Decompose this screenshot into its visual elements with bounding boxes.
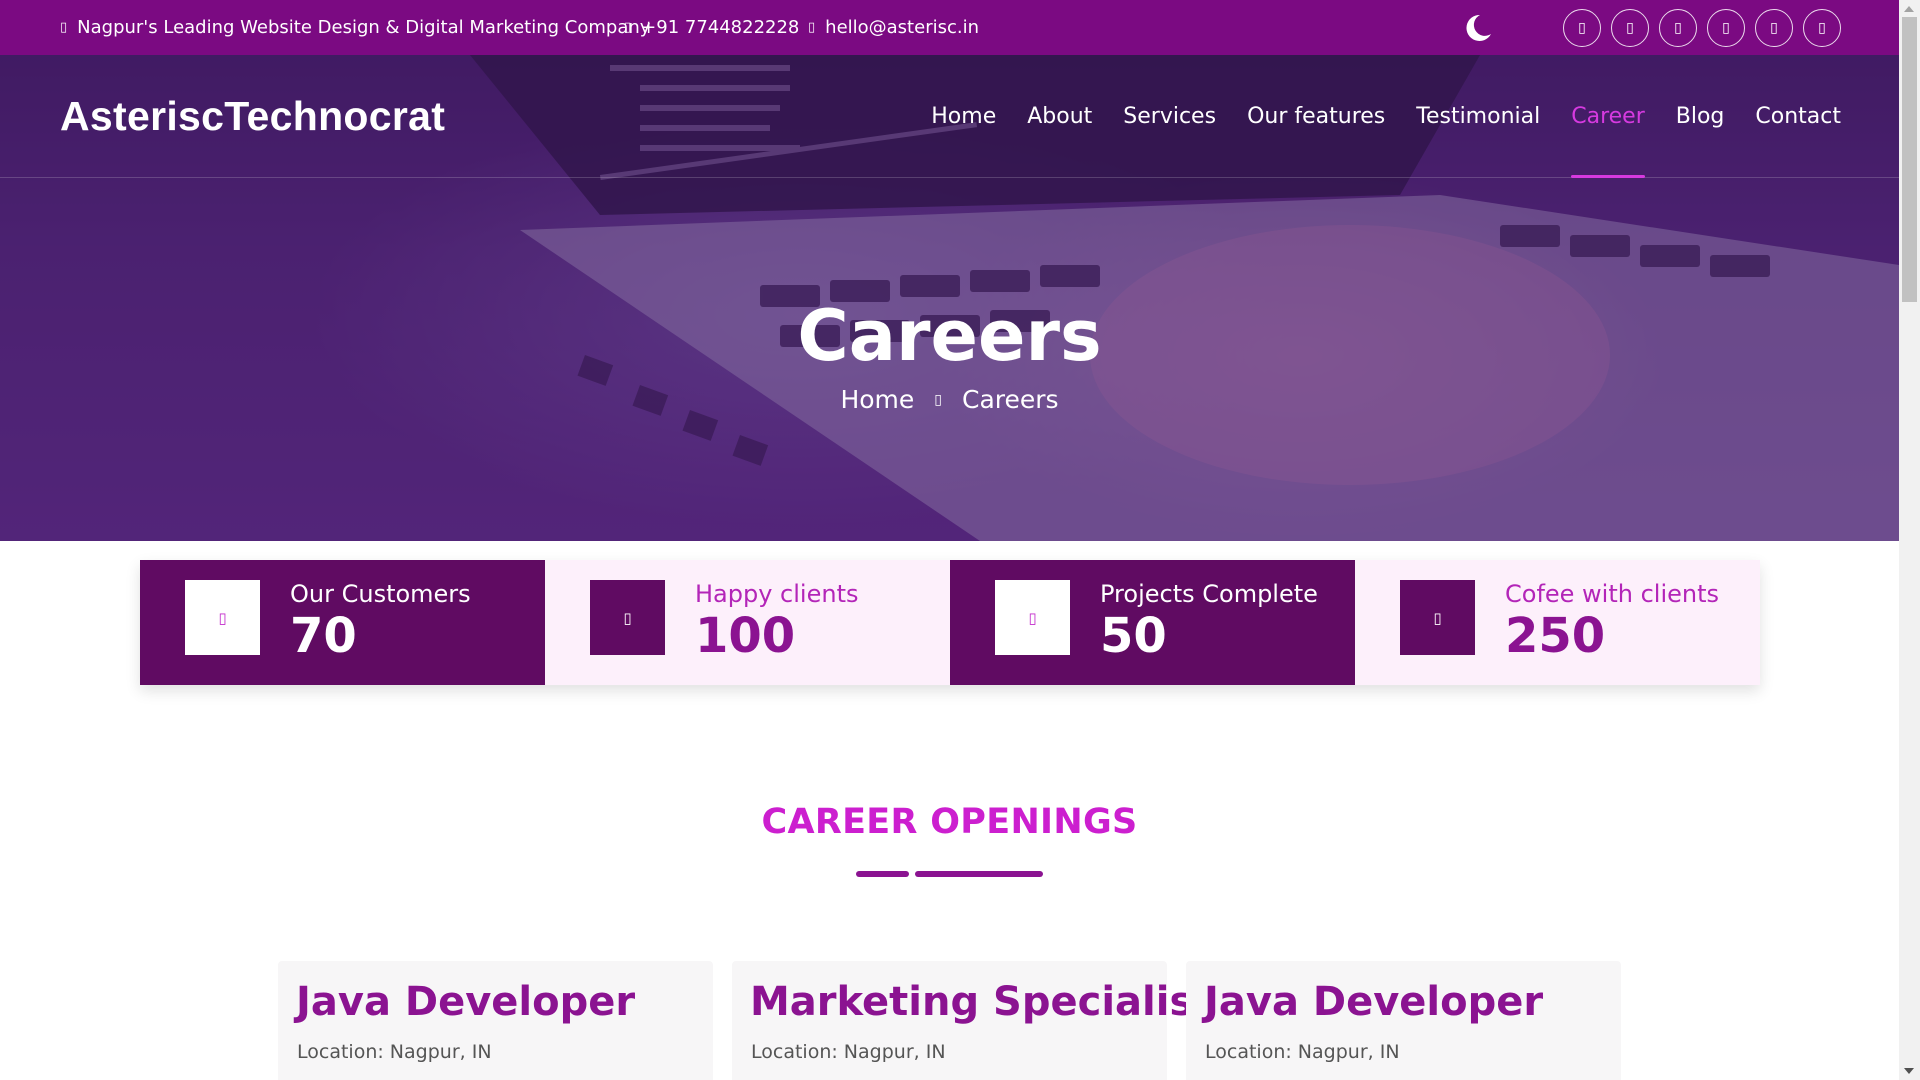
- nav-testimonial[interactable]: Testimonial: [1416, 55, 1540, 178]
- stat-label: Our Customers: [290, 580, 471, 608]
- job-title[interactable]: Java Developer: [296, 979, 635, 1025]
- stat-projects-complete: ▯ Projects Complete 50: [950, 560, 1355, 685]
- moon-icon[interactable]: [1458, 10, 1494, 46]
- email-item[interactable]: ▯ hello@asterisc.in: [808, 0, 979, 55]
- nav-about[interactable]: About: [1027, 55, 1092, 178]
- breadcrumb-home[interactable]: Home: [840, 385, 914, 414]
- stat-label: Projects Complete: [1100, 580, 1318, 608]
- twitter-icon[interactable]: ▯: [1611, 9, 1649, 47]
- social-links: ▯ ▯ ▯ ▯ ▯ ▯: [1563, 9, 1841, 47]
- stat-value: 50: [1100, 608, 1167, 664]
- whatsapp-icon[interactable]: ▯: [1803, 9, 1841, 47]
- stat-coffee-with-clients: ▯ Cofee with clients 250: [1355, 560, 1760, 685]
- briefcase-icon: ▯: [995, 580, 1070, 655]
- phone-item[interactable]: ▯ +91 7744822228: [624, 0, 799, 55]
- map-marker-icon: ▯: [60, 20, 68, 35]
- tagline-item: ▯ Nagpur's Leading Website Design & Digi…: [60, 0, 650, 55]
- section-title: CAREER OPENINGS: [761, 802, 1138, 842]
- phone-text[interactable]: +91 7744822228: [641, 17, 799, 38]
- stat-value: 250: [1505, 608, 1606, 664]
- stats-strip: ▯ Our Customers 70 ▯ Happy clients 100 ▯…: [140, 560, 1760, 685]
- stat-customers: ▯ Our Customers 70: [140, 560, 545, 685]
- title-underline-long: [915, 871, 1043, 877]
- stat-value: 70: [290, 608, 357, 664]
- page-scrollbar[interactable]: [1899, 0, 1920, 1080]
- instagram-icon[interactable]: ▯: [1707, 9, 1745, 47]
- chevron-right-icon: ▯: [934, 391, 942, 408]
- youtube-icon[interactable]: ▯: [1755, 9, 1793, 47]
- main-nav: Home About Services Our features Testimo…: [931, 55, 1841, 178]
- email-text[interactable]: hello@asterisc.in: [825, 17, 979, 38]
- stat-label: Happy clients: [695, 580, 859, 608]
- phone-icon: ▯: [624, 20, 632, 35]
- job-location: Location: Nagpur, IN: [1205, 1041, 1400, 1063]
- breadcrumb-current: Careers: [961, 385, 1059, 414]
- scroll-down-arrow-icon[interactable]: [1904, 1068, 1914, 1074]
- nav-contact[interactable]: Contact: [1755, 55, 1841, 178]
- nav-our-features[interactable]: Our features: [1247, 55, 1385, 178]
- job-card[interactable]: Java Developer Location: Nagpur, IN: [278, 961, 713, 1080]
- facebook-icon[interactable]: ▯: [1563, 9, 1601, 47]
- stat-label: Cofee with clients: [1505, 580, 1720, 608]
- title-underline-short: [856, 871, 909, 877]
- page-title: Careers: [797, 295, 1102, 377]
- nav-blog[interactable]: Blog: [1676, 55, 1725, 178]
- nav-career[interactable]: Career: [1571, 55, 1645, 178]
- users-icon: ▯: [185, 580, 260, 655]
- linkedin-icon[interactable]: ▯: [1659, 9, 1697, 47]
- scroll-up-arrow-icon[interactable]: [1904, 6, 1914, 12]
- job-location: Location: Nagpur, IN: [297, 1041, 492, 1063]
- stat-value: 100: [695, 608, 796, 664]
- breadcrumb: Home ▯ Careers: [0, 385, 1899, 414]
- brand-logo[interactable]: AsteriscTechnocrat: [60, 93, 445, 140]
- nav-home[interactable]: Home: [931, 55, 996, 178]
- job-title[interactable]: Marketing Specialist: [750, 979, 1212, 1025]
- envelope-icon: ▯: [808, 20, 816, 35]
- job-title[interactable]: Java Developer: [1204, 979, 1543, 1025]
- navbar: AsteriscTechnocrat Home About Services O…: [0, 55, 1899, 178]
- smile-icon: ▯: [590, 580, 665, 655]
- job-location: Location: Nagpur, IN: [751, 1041, 946, 1063]
- job-card[interactable]: Marketing Specialist Location: Nagpur, I…: [732, 961, 1212, 1080]
- page: ▯ Nagpur's Leading Website Design & Digi…: [0, 0, 1920, 1080]
- job-card[interactable]: Java Developer Location: Nagpur, IN: [1186, 961, 1621, 1080]
- nav-services[interactable]: Services: [1123, 55, 1216, 178]
- scrollbar-thumb[interactable]: [1902, 17, 1917, 302]
- tagline-text: Nagpur's Leading Website Design & Digita…: [77, 17, 651, 38]
- top-bar: ▯ Nagpur's Leading Website Design & Digi…: [0, 0, 1899, 55]
- stat-happy-clients: ▯ Happy clients 100: [545, 560, 950, 685]
- coffee-icon: ▯: [1400, 580, 1475, 655]
- hero-banner: AsteriscTechnocrat Home About Services O…: [0, 55, 1899, 541]
